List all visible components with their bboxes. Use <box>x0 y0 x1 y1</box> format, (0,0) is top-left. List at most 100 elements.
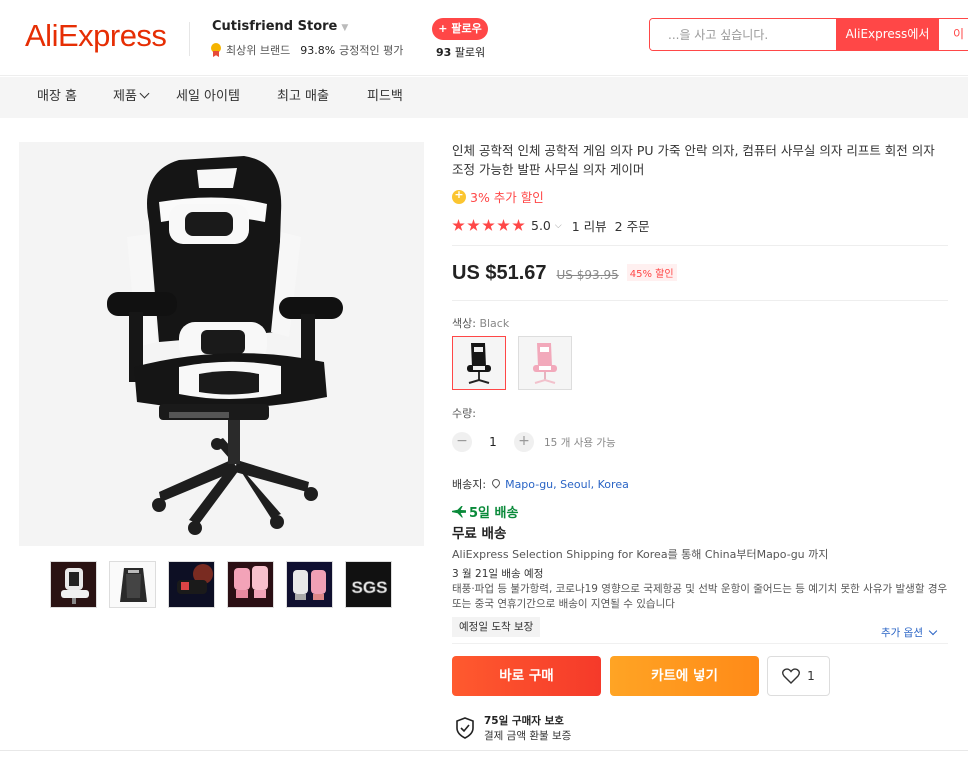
medal-icon <box>210 43 222 57</box>
fast-delivery: 5일 배송 <box>452 502 518 521</box>
gaming-chair-image <box>19 142 424 546</box>
followers-count: 93 <box>436 46 452 59</box>
protection-title: 75일 구매자 보호 <box>484 715 564 727</box>
followers-label: 팔로워 <box>454 46 486 59</box>
nav-products-label[interactable]: 제품 <box>113 89 137 104</box>
search-bar: AliExpress에서 이 스토어 <box>649 18 968 51</box>
store-name[interactable]: Cutisfriend Store ▼ <box>212 19 348 34</box>
thumbnail-image <box>51 562 96 607</box>
wishlist-button[interactable]: 1 <box>767 656 830 696</box>
ship-to: 배송지: Mapo-gu, Seoul, Korea <box>452 476 629 492</box>
color-swatch-black[interactable] <box>452 336 506 390</box>
divider <box>0 750 968 751</box>
coin-discount-text: 3% 추가 할인 <box>470 190 544 205</box>
pink-chair-thumbnail <box>519 337 571 389</box>
ship-to-label: 배송지: <box>452 478 487 491</box>
store-name-text[interactable]: Cutisfriend Store <box>212 19 337 34</box>
nav-sale-items[interactable]: 세일 아이템 <box>176 77 240 118</box>
review-count[interactable]: 1 리뷰 <box>572 216 607 235</box>
store-meta: 최상위 브랜드 93.8% 긍정적인 평가 <box>210 42 403 58</box>
more-options-text[interactable]: 추가 옵션 <box>881 625 923 640</box>
thumbnail-3[interactable] <box>168 561 215 608</box>
color-label-text: 색상: <box>452 317 476 330</box>
divider <box>452 643 948 644</box>
quantity-label: 수량: <box>452 407 476 420</box>
ship-to-location[interactable]: Mapo-gu, Seoul, Korea <box>505 478 629 491</box>
star-icon <box>497 219 510 231</box>
more-options-link[interactable]: 추가 옵션 <box>881 625 938 640</box>
thumbnail-strip: SGS <box>50 561 392 608</box>
quantity-available: 15 개 사용 가능 <box>544 436 616 449</box>
product-title: 인체 공학적 인체 공학적 게임 의자 PU 가죽 안락 의자, 컴퓨터 사무실… <box>452 143 935 177</box>
aliexpress-logo[interactable]: AliExpress <box>25 18 167 54</box>
free-shipping: 무료 배송 <box>452 526 507 542</box>
quantity-increase-button[interactable]: + <box>514 432 534 452</box>
chevron-down-icon[interactable] <box>928 626 938 635</box>
order-count: 2 주문 <box>614 219 650 234</box>
thumbnail-image <box>169 562 214 607</box>
thumbnail-2[interactable] <box>109 561 156 608</box>
nav-feedback[interactable]: 피드백 <box>367 77 403 118</box>
thumbnail-image: SGS <box>346 562 391 607</box>
color-swatch-pink[interactable] <box>518 336 572 390</box>
followers: 93 팔로워 <box>436 44 485 60</box>
quantity-value[interactable]: 1 <box>472 435 514 449</box>
buy-now-button[interactable]: 바로 구매 <box>452 656 601 696</box>
search-aliexpress-button[interactable]: AliExpress에서 <box>836 19 939 50</box>
thumbnail-6[interactable]: SGS <box>345 561 392 608</box>
coin-discount: 3% 추가 할인 <box>452 187 544 206</box>
color-value: Black <box>479 317 510 330</box>
star-icon <box>482 219 495 231</box>
main-product-image[interactable] <box>19 142 424 546</box>
chevron-down-icon[interactable]: ▼ <box>341 23 348 33</box>
star-icon <box>467 219 480 231</box>
search-store-button[interactable]: 이 스토어 <box>939 19 968 50</box>
protection-desc: 결제 금액 환불 보증 <box>484 730 572 742</box>
heart-icon <box>782 668 801 684</box>
shield-icon <box>456 717 474 739</box>
thumbnail-image <box>110 562 155 607</box>
nav-top-selling[interactable]: 최고 매출 <box>277 77 329 118</box>
nav-store-home[interactable]: 매장 홈 <box>37 77 77 118</box>
rating-value[interactable]: 5.0 <box>531 218 551 233</box>
follow-button[interactable]: + 팔로우 <box>432 18 488 40</box>
chevron-down-icon[interactable] <box>139 88 150 99</box>
positive-feedback-label: 긍정적인 평가 <box>339 44 404 57</box>
original-price: US $93.95 <box>556 268 619 282</box>
plane-icon <box>452 505 466 518</box>
coin-icon <box>452 188 466 204</box>
thumbnail-image <box>228 562 273 607</box>
store-nav: 매장 홈 제품 세일 아이템 최고 매출 피드백 <box>0 77 968 118</box>
delivery-eta: 3 월 21일 배송 예정 <box>452 568 544 580</box>
color-label: 색상: Black <box>452 315 509 331</box>
wishlist-count: 1 <box>807 669 815 683</box>
positive-feedback-pct: 93.8% <box>300 43 336 57</box>
header: AliExpress Cutisfriend Store ▼ 최상위 브랜드 93… <box>0 0 968 76</box>
add-to-cart-button[interactable]: 카트에 넣기 <box>610 656 759 696</box>
rating-stars <box>452 219 525 232</box>
rating-row: 5.0 ⌵ 1 리뷰 2 주문 <box>452 216 650 235</box>
thumbnail-5[interactable] <box>286 561 333 608</box>
quantity-decrease-button[interactable]: − <box>452 432 472 452</box>
buyer-protection-text: 75일 구매자 보호 결제 금액 환불 보증 <box>484 713 571 743</box>
chevron-down-icon[interactable]: ⌵ <box>555 221 562 231</box>
buyer-protection: 75일 구매자 보호 결제 금액 환불 보증 <box>455 713 571 743</box>
price-row: US $51.67 US $93.95 45% 할인 <box>452 262 677 285</box>
location-pin-icon <box>492 479 500 489</box>
svg-text:SGS: SGS <box>352 578 388 597</box>
thumbnail-4[interactable] <box>227 561 274 608</box>
black-chair-thumbnail <box>453 337 505 389</box>
star-icon <box>452 219 465 231</box>
nav-products[interactable]: 제품 <box>113 77 150 118</box>
thumbnail-1[interactable] <box>50 561 97 608</box>
on-time-guarantee-tag: 예정일 도착 보장 <box>452 617 541 637</box>
delivery-notice: 태풍·파업 등 불가항력, 코로나19 영향으로 국제항공 및 선박 운항이 줄… <box>452 583 948 610</box>
header-divider <box>189 22 190 56</box>
search-input[interactable] <box>650 19 836 50</box>
star-icon <box>512 219 525 231</box>
thumbnail-image <box>287 562 332 607</box>
store-badge: 최상위 브랜드 <box>226 44 291 57</box>
current-price: US $51.67 <box>452 262 547 284</box>
divider <box>452 245 948 246</box>
shipping-via: AliExpress Selection Shipping for Korea를… <box>452 548 829 561</box>
